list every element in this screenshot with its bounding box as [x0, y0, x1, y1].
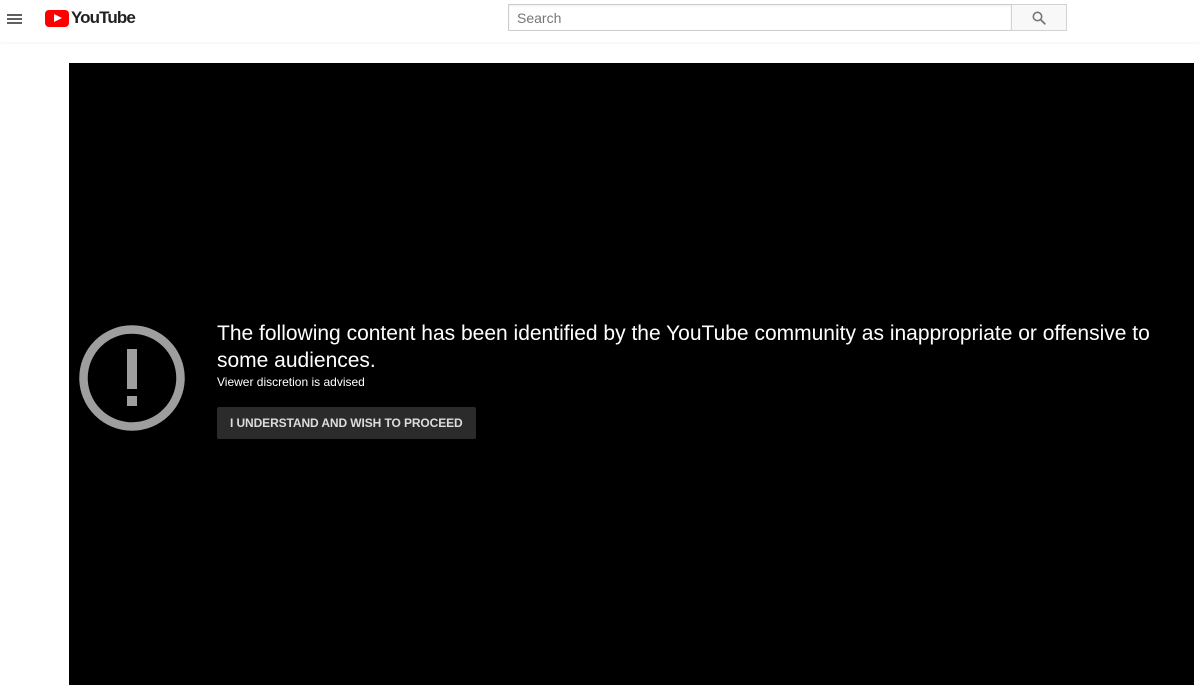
warning-subtitle: Viewer discretion is advised: [217, 375, 365, 389]
search-button[interactable]: [1011, 4, 1067, 31]
search-icon: [1032, 11, 1046, 25]
warning-title: The following content has been identifie…: [217, 322, 1150, 372]
youtube-play-icon: [45, 9, 69, 27]
youtube-logo[interactable]: YouTube: [45, 8, 136, 28]
search-bar: [508, 4, 1067, 31]
masthead: YouTube: [0, 0, 1200, 42]
exclamation-circle-icon: [79, 325, 185, 431]
video-player: The following content has been identifie…: [69, 63, 1194, 685]
content-warning: The following content has been identifie…: [217, 320, 1177, 439]
hamburger-menu-icon[interactable]: [4, 7, 26, 29]
proceed-button[interactable]: I UNDERSTAND AND WISH TO PROCEED: [217, 407, 476, 439]
logo-text: YouTube: [71, 8, 136, 27]
search-input[interactable]: [508, 4, 1011, 31]
